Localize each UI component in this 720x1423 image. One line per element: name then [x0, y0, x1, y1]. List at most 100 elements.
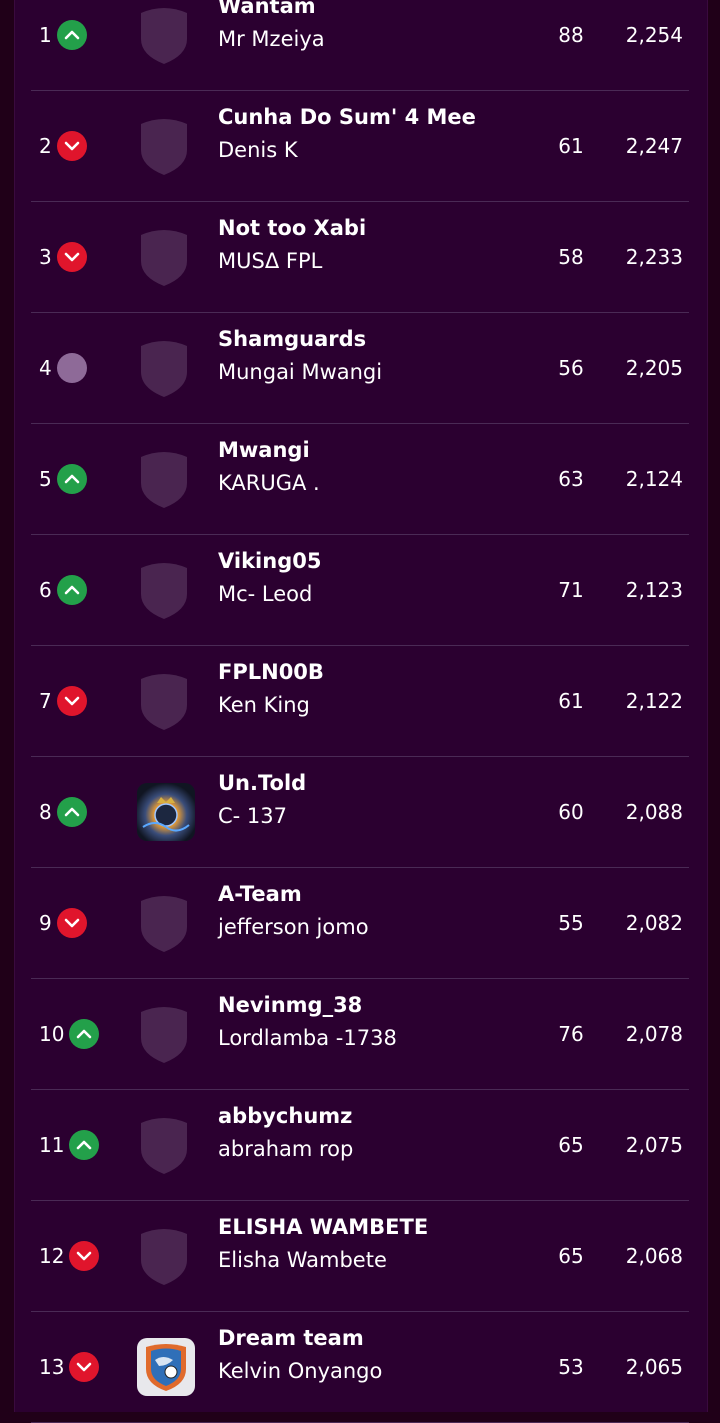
team-avatar: [137, 1337, 195, 1396]
manager-name: Mc- Leod: [218, 582, 313, 606]
team-name[interactable]: Shamguards: [218, 327, 366, 351]
standings-row[interactable]: 10 Nevinmg_38 Lordlamba -1738 76 2,078: [31, 978, 689, 1090]
team-badge-icon: [139, 560, 189, 620]
rank-down-icon: [57, 685, 87, 716]
standings-row[interactable]: 4 Shamguards Mungai Mwangi 56 2,205: [31, 312, 689, 424]
team-name[interactable]: Cunha Do Sum' 4 Mee: [218, 105, 476, 129]
gameweek-points: 61: [558, 688, 584, 713]
gameweek-points: 58: [558, 244, 584, 269]
total-points: 2,068: [625, 1243, 683, 1268]
team-badge-icon: [139, 338, 189, 398]
team-name[interactable]: Dream team: [218, 1326, 364, 1350]
rank-number: 5: [39, 466, 52, 491]
standings-row[interactable]: 2 Cunha Do Sum' 4 Mee Denis K 61 2,247: [31, 90, 689, 202]
gameweek-points: 65: [558, 1132, 584, 1157]
rank-up-icon: [57, 463, 87, 494]
total-points: 2,123: [625, 577, 683, 602]
gameweek-points: 63: [558, 466, 584, 491]
team-badge-icon: [139, 449, 189, 509]
rank-number: 6: [39, 577, 52, 602]
team-name[interactable]: ELISHA WAMBETE: [218, 1215, 428, 1239]
team-name[interactable]: abbychumz: [218, 1104, 352, 1128]
standings-row[interactable]: 1 Wantam Mr Mzeiya 88 2,254: [31, 0, 689, 91]
team-name[interactable]: Mwangi: [218, 438, 310, 462]
rank-down-icon: [69, 1240, 99, 1271]
team-name[interactable]: Un.Told: [218, 771, 306, 795]
team-avatar: [137, 782, 195, 841]
gameweek-points: 88: [558, 22, 584, 47]
rank-number: 10: [39, 1021, 65, 1046]
team-badge-icon: [139, 1115, 189, 1175]
standings-row[interactable]: 5 Mwangi KARUGA . 63 2,124: [31, 423, 689, 535]
standings-row[interactable]: 12 ELISHA WAMBETE Elisha Wambete 65 2,068: [31, 1200, 689, 1312]
team-name[interactable]: Not too Xabi: [218, 216, 366, 240]
rank-number: 2: [39, 133, 52, 158]
manager-name: Kelvin Onyango: [218, 1359, 383, 1383]
gameweek-points: 60: [558, 799, 584, 824]
manager-name: Denis K: [218, 138, 298, 162]
manager-name: MUSΔ FPL: [218, 249, 323, 273]
team-name[interactable]: FPLN00B: [218, 660, 324, 684]
total-points: 2,247: [625, 133, 683, 158]
gameweek-points: 56: [558, 355, 584, 380]
rank-down-icon: [57, 241, 87, 272]
total-points: 2,254: [625, 22, 683, 47]
manager-name: Lordlamba -1738: [218, 1026, 397, 1050]
gameweek-points: 55: [558, 910, 584, 935]
total-points: 2,205: [625, 355, 683, 380]
total-points: 2,082: [625, 910, 683, 935]
manager-name: KARUGA .: [218, 471, 320, 495]
rank-number: 1: [39, 22, 52, 47]
standings-row[interactable]: 13 Dream team Kelvin Onyango 53 2,065: [31, 1311, 689, 1423]
rank-up-icon: [69, 1018, 99, 1049]
rank-number: 12: [39, 1243, 65, 1268]
gameweek-points: 71: [558, 577, 584, 602]
rank-up-icon: [57, 19, 87, 50]
total-points: 2,075: [625, 1132, 683, 1157]
team-name[interactable]: Wantam: [218, 0, 316, 18]
manager-name: Ken King: [218, 693, 310, 717]
manager-name: Mr Mzeiya: [218, 27, 325, 51]
manager-name: Elisha Wambete: [218, 1248, 387, 1272]
team-badge-icon: [139, 1004, 189, 1064]
team-badge-icon: [139, 671, 189, 731]
rank-unchanged-icon: [57, 352, 87, 383]
total-points: 2,233: [625, 244, 683, 269]
rank-down-icon: [57, 130, 87, 161]
rank-number: 4: [39, 355, 52, 380]
team-badge-icon: [139, 1226, 189, 1286]
total-points: 2,065: [625, 1354, 683, 1379]
standings-row[interactable]: 8 Un.Told C- 137 60 2,088: [31, 756, 689, 868]
rank-number: 13: [39, 1354, 65, 1379]
gameweek-points: 65: [558, 1243, 584, 1268]
team-name[interactable]: A-Team: [218, 882, 302, 906]
total-points: 2,122: [625, 688, 683, 713]
rank-down-icon: [57, 907, 87, 938]
standings-row[interactable]: 6 Viking05 Mc- Leod 71 2,123: [31, 534, 689, 646]
rank-up-icon: [57, 796, 87, 827]
total-points: 2,088: [625, 799, 683, 824]
team-badge-icon: [139, 116, 189, 176]
rank-down-icon: [69, 1351, 99, 1382]
team-badge-icon: [139, 5, 189, 65]
standings-row[interactable]: 7 FPLN00B Ken King 61 2,122: [31, 645, 689, 757]
total-points: 2,124: [625, 466, 683, 491]
rank-up-icon: [69, 1129, 99, 1160]
rank-number: 11: [39, 1132, 65, 1157]
team-badge-icon: [139, 893, 189, 953]
rank-number: 3: [39, 244, 52, 269]
rank-number: 9: [39, 910, 52, 935]
manager-name: C- 137: [218, 804, 287, 828]
team-badge-icon: [139, 227, 189, 287]
manager-name: jefferson jomo: [218, 915, 369, 939]
manager-name: abraham rop: [218, 1137, 354, 1161]
standings-row[interactable]: 9 A-Team jefferson jomo 55 2,082: [31, 867, 689, 979]
gameweek-points: 53: [558, 1354, 584, 1379]
team-name[interactable]: Viking05: [218, 549, 321, 573]
standings-row[interactable]: 3 Not too Xabi MUSΔ FPL 58 2,233: [31, 201, 689, 313]
gameweek-points: 76: [558, 1021, 584, 1046]
total-points: 2,078: [625, 1021, 683, 1046]
team-name[interactable]: Nevinmg_38: [218, 993, 362, 1017]
rank-number: 7: [39, 688, 52, 713]
standings-row[interactable]: 11 abbychumz abraham rop 65 2,075: [31, 1089, 689, 1201]
